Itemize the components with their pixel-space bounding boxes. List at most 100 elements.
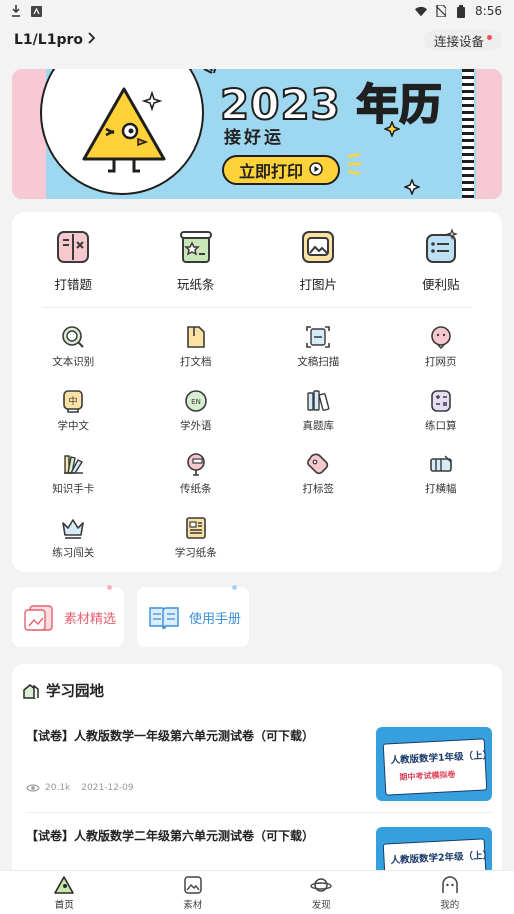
tab-label: 我的 — [440, 899, 460, 911]
device-selector[interactable]: L1/L1pro — [14, 32, 96, 48]
picture-icon — [302, 231, 335, 263]
discover-icon — [310, 877, 332, 892]
banner-slogan: 接好运 — [224, 128, 284, 148]
study-garden-icon — [23, 683, 39, 699]
profile-icon — [442, 875, 458, 893]
tab-materials[interactable]: 素材 — [129, 871, 258, 914]
materials-label: 素材精选 — [64, 611, 117, 627]
mascot-illustration — [82, 87, 166, 173]
tool-label: 打网页 — [425, 356, 457, 368]
device-name: L1/L1pro — [14, 32, 83, 48]
study-strip-icon — [185, 516, 206, 539]
paper-strip-icon — [179, 231, 212, 263]
scan-icon — [306, 326, 331, 348]
feature-sticky-note[interactable]: 便利贴 — [380, 228, 503, 306]
section-divider — [42, 307, 472, 308]
text-recognition-icon — [62, 326, 84, 348]
tool-challenge[interactable]: 练习闯关 — [12, 515, 135, 579]
svg-text:EN: EN — [191, 398, 201, 406]
eye-icon — [26, 784, 40, 792]
print-now-button[interactable]: 立即打印 — [222, 155, 340, 185]
tool-chinese[interactable]: 中 学中文 — [12, 388, 135, 452]
thumbnail-title: 人教版数学2年级（上） — [390, 850, 492, 867]
manual-shortcut[interactable]: 使用手册 — [137, 585, 249, 647]
wrong-question-icon — [57, 231, 90, 263]
chevron-right-icon — [87, 32, 96, 48]
no-sim-icon — [435, 5, 447, 17]
feature-wrong-questions[interactable]: 打错题 — [12, 228, 135, 306]
app-notification-icon — [30, 5, 42, 17]
decor-dot — [107, 585, 112, 590]
tool-webpage[interactable]: 打网页 — [380, 324, 503, 388]
bottom-tab-bar: 首页 素材 发现 我的 — [0, 870, 514, 914]
shine-lines-icon — [347, 153, 361, 175]
tab-profile[interactable]: 我的 — [386, 871, 514, 914]
tool-foreign-language[interactable]: EN 学外语 — [135, 388, 258, 452]
sparkle-icon — [203, 69, 217, 74]
star-outline-icon — [404, 179, 420, 195]
tool-label: 打标签 — [302, 483, 335, 495]
tool-mental-math[interactable]: 练口算 — [380, 388, 503, 452]
connect-device-button[interactable]: 连接设备 — [423, 29, 502, 51]
decor-dot — [232, 585, 237, 590]
manual-book-icon — [149, 607, 179, 630]
materials-tab-icon — [184, 875, 202, 894]
article-divider — [26, 812, 492, 813]
tool-study-strip[interactable]: 学习纸条 — [135, 515, 258, 579]
feature-label: 玩纸条 — [176, 277, 215, 292]
play-icon — [309, 161, 323, 180]
knowledge-card-icon — [64, 455, 84, 474]
question-bank-icon — [307, 389, 330, 411]
article-views: 20.1k — [45, 783, 71, 793]
tool-question-bank[interactable]: 真题库 — [257, 388, 380, 452]
thumbnail-paper: 人教版数学1年级（上） 期中考试模拟卷 — [382, 738, 492, 796]
tool-label: 知识手卡 — [52, 483, 95, 495]
tool-knowledge-card[interactable]: 知识手卡 — [12, 451, 135, 515]
wifi-icon — [415, 5, 428, 17]
study-title: 学习园地 — [46, 684, 104, 700]
feature-label: 便利贴 — [421, 277, 460, 292]
webpage-icon — [430, 326, 451, 350]
star-shape-icon — [384, 121, 400, 137]
feature-picture[interactable]: 打图片 — [257, 228, 380, 306]
materials-shortcut[interactable]: 素材精选 — [12, 585, 124, 647]
materials-icon — [24, 605, 53, 631]
article-date: 2021-12-09 — [81, 783, 134, 793]
tool-label: 打文档 — [180, 356, 212, 368]
feature-label: 打图片 — [299, 277, 337, 292]
tab-home[interactable]: 首页 — [0, 871, 129, 914]
banner-left-stripe — [12, 69, 46, 199]
pass-note-icon — [186, 453, 205, 476]
feature-paper-strip[interactable]: 玩纸条 — [135, 228, 258, 306]
article-title: 【试卷】人教版数学一年级第六单元测试卷（可下载） — [26, 729, 315, 743]
feature-grid-card: 打错题 玩纸条 打图片 便利贴 文本识别 打文档 文稿扫描 打网页 中 学中文 … — [12, 212, 502, 572]
promo-banner[interactable]: 2023 年历 接好运 立即打印 — [12, 69, 502, 199]
tool-banner-print[interactable]: 打横幅 — [380, 451, 503, 515]
manual-label: 使用手册 — [189, 611, 242, 627]
tool-label: 学中文 — [57, 419, 90, 432]
tool-label: 打横幅 — [425, 483, 457, 495]
tool-label: 学习纸条 — [174, 546, 217, 559]
svg-text:中: 中 — [69, 395, 78, 407]
tool-document[interactable]: 打文档 — [135, 324, 258, 388]
notification-dot — [487, 34, 492, 40]
tool-scan[interactable]: 文稿扫描 — [257, 324, 380, 388]
tool-pass-note[interactable]: 传纸条 — [135, 451, 258, 515]
clock: 8:56 — [475, 4, 502, 18]
chinese-icon: 中 — [63, 389, 84, 413]
sticky-note-icon — [425, 228, 458, 263]
tool-label-print[interactable]: 打标签 — [257, 451, 380, 515]
tool-label: 真题库 — [302, 419, 335, 432]
article-meta-row: 20.1k 2021-12-09 — [26, 783, 134, 793]
home-icon — [54, 875, 75, 894]
banner-right-stripe — [476, 69, 502, 199]
tool-label: 练习闯关 — [52, 546, 95, 559]
tab-label: 发现 — [311, 899, 331, 911]
thumbnail-title: 人教版数学1年级（上） — [390, 750, 492, 767]
study-header: 学习园地 — [22, 680, 104, 701]
tab-discover[interactable]: 发现 — [257, 871, 386, 914]
status-bar: 8:56 — [0, 0, 514, 22]
document-icon — [186, 326, 205, 348]
tool-text-recognition[interactable]: 文本识别 — [12, 324, 135, 388]
tool-label: 练口算 — [425, 419, 457, 432]
